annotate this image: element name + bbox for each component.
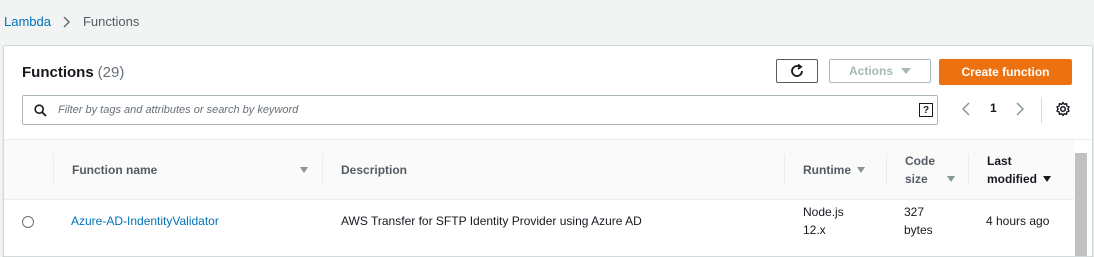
column-header-function-name[interactable]: Function name bbox=[72, 140, 308, 199]
refresh-button[interactable] bbox=[776, 59, 818, 83]
runtime-line1: Node.js bbox=[803, 205, 844, 219]
code-size-line2: size bbox=[905, 171, 928, 186]
table-header: Function name Description Runtime Code s… bbox=[4, 140, 1074, 200]
sort-icon bbox=[300, 166, 308, 173]
breadcrumb-current: Functions bbox=[82, 14, 140, 29]
chevron-left-icon[interactable] bbox=[961, 102, 970, 121]
panel-title: Functions (29) bbox=[22, 64, 124, 81]
function-last-modified: 4 hours ago bbox=[986, 214, 1050, 228]
help-icon[interactable]: ? bbox=[919, 103, 933, 117]
column-header-description[interactable]: Description bbox=[341, 140, 407, 199]
table-row[interactable]: Azure-AD-IndentityValidator AWS Transfer… bbox=[4, 200, 1074, 256]
last-modified-line2: modified bbox=[987, 171, 1037, 186]
code-size-unit: bytes bbox=[904, 223, 933, 237]
code-size-line1: Code bbox=[905, 153, 935, 168]
chevron-right-icon[interactable] bbox=[1016, 102, 1025, 121]
runtime-line2: 12.x bbox=[803, 223, 826, 237]
sort-icon bbox=[857, 166, 865, 173]
column-label-function-name: Function name bbox=[72, 162, 158, 177]
function-description: AWS Transfer for SFTP Identity Provider … bbox=[341, 214, 642, 228]
sort-descending-icon bbox=[1043, 175, 1051, 182]
search-bar: ? bbox=[22, 95, 938, 125]
function-count: (29) bbox=[97, 64, 125, 81]
current-page-number[interactable]: 1 bbox=[990, 101, 997, 115]
column-separator bbox=[53, 154, 54, 184]
actions-dropdown-button[interactable]: Actions bbox=[829, 59, 931, 83]
refresh-icon bbox=[789, 63, 805, 79]
functions-panel: Functions(29) Actions Create function ? … bbox=[3, 45, 1093, 257]
chevron-right-icon bbox=[63, 15, 71, 28]
column-separator bbox=[784, 154, 785, 184]
function-runtime: Node.js 12.x bbox=[803, 203, 844, 239]
pager-divider bbox=[1041, 97, 1042, 123]
sort-icon bbox=[947, 175, 955, 182]
code-size-value: 327 bbox=[904, 205, 925, 219]
last-modified-line1: Last bbox=[987, 153, 1012, 168]
function-name-link[interactable]: Azure-AD-IndentityValidator bbox=[71, 212, 219, 230]
breadcrumb-lambda-link[interactable]: Lambda bbox=[4, 14, 51, 29]
column-label-code-size: Code size bbox=[905, 152, 935, 188]
row-select-radio[interactable] bbox=[22, 216, 34, 228]
column-label-last-modified: Last modified bbox=[987, 152, 1037, 188]
gear-icon[interactable] bbox=[1055, 101, 1071, 122]
column-label-description: Description bbox=[341, 162, 408, 177]
table-scrollbar[interactable] bbox=[1075, 153, 1087, 256]
column-label-runtime: Runtime bbox=[803, 162, 851, 177]
search-input[interactable] bbox=[56, 103, 900, 117]
column-separator bbox=[886, 154, 887, 184]
column-header-code-size[interactable]: Code size bbox=[905, 140, 955, 199]
panel-title-text: Functions bbox=[22, 64, 94, 81]
column-separator bbox=[968, 154, 969, 184]
column-header-runtime[interactable]: Runtime bbox=[803, 140, 865, 199]
function-code-size: 327 bytes bbox=[904, 203, 933, 239]
caret-down-icon bbox=[901, 68, 911, 74]
actions-label: Actions bbox=[848, 64, 893, 78]
column-separator bbox=[322, 154, 323, 184]
create-function-button[interactable]: Create function bbox=[939, 59, 1072, 85]
breadcrumb: Lambda Functions bbox=[4, 14, 139, 29]
search-icon bbox=[34, 103, 47, 117]
column-header-last-modified[interactable]: Last modified bbox=[987, 140, 1051, 199]
